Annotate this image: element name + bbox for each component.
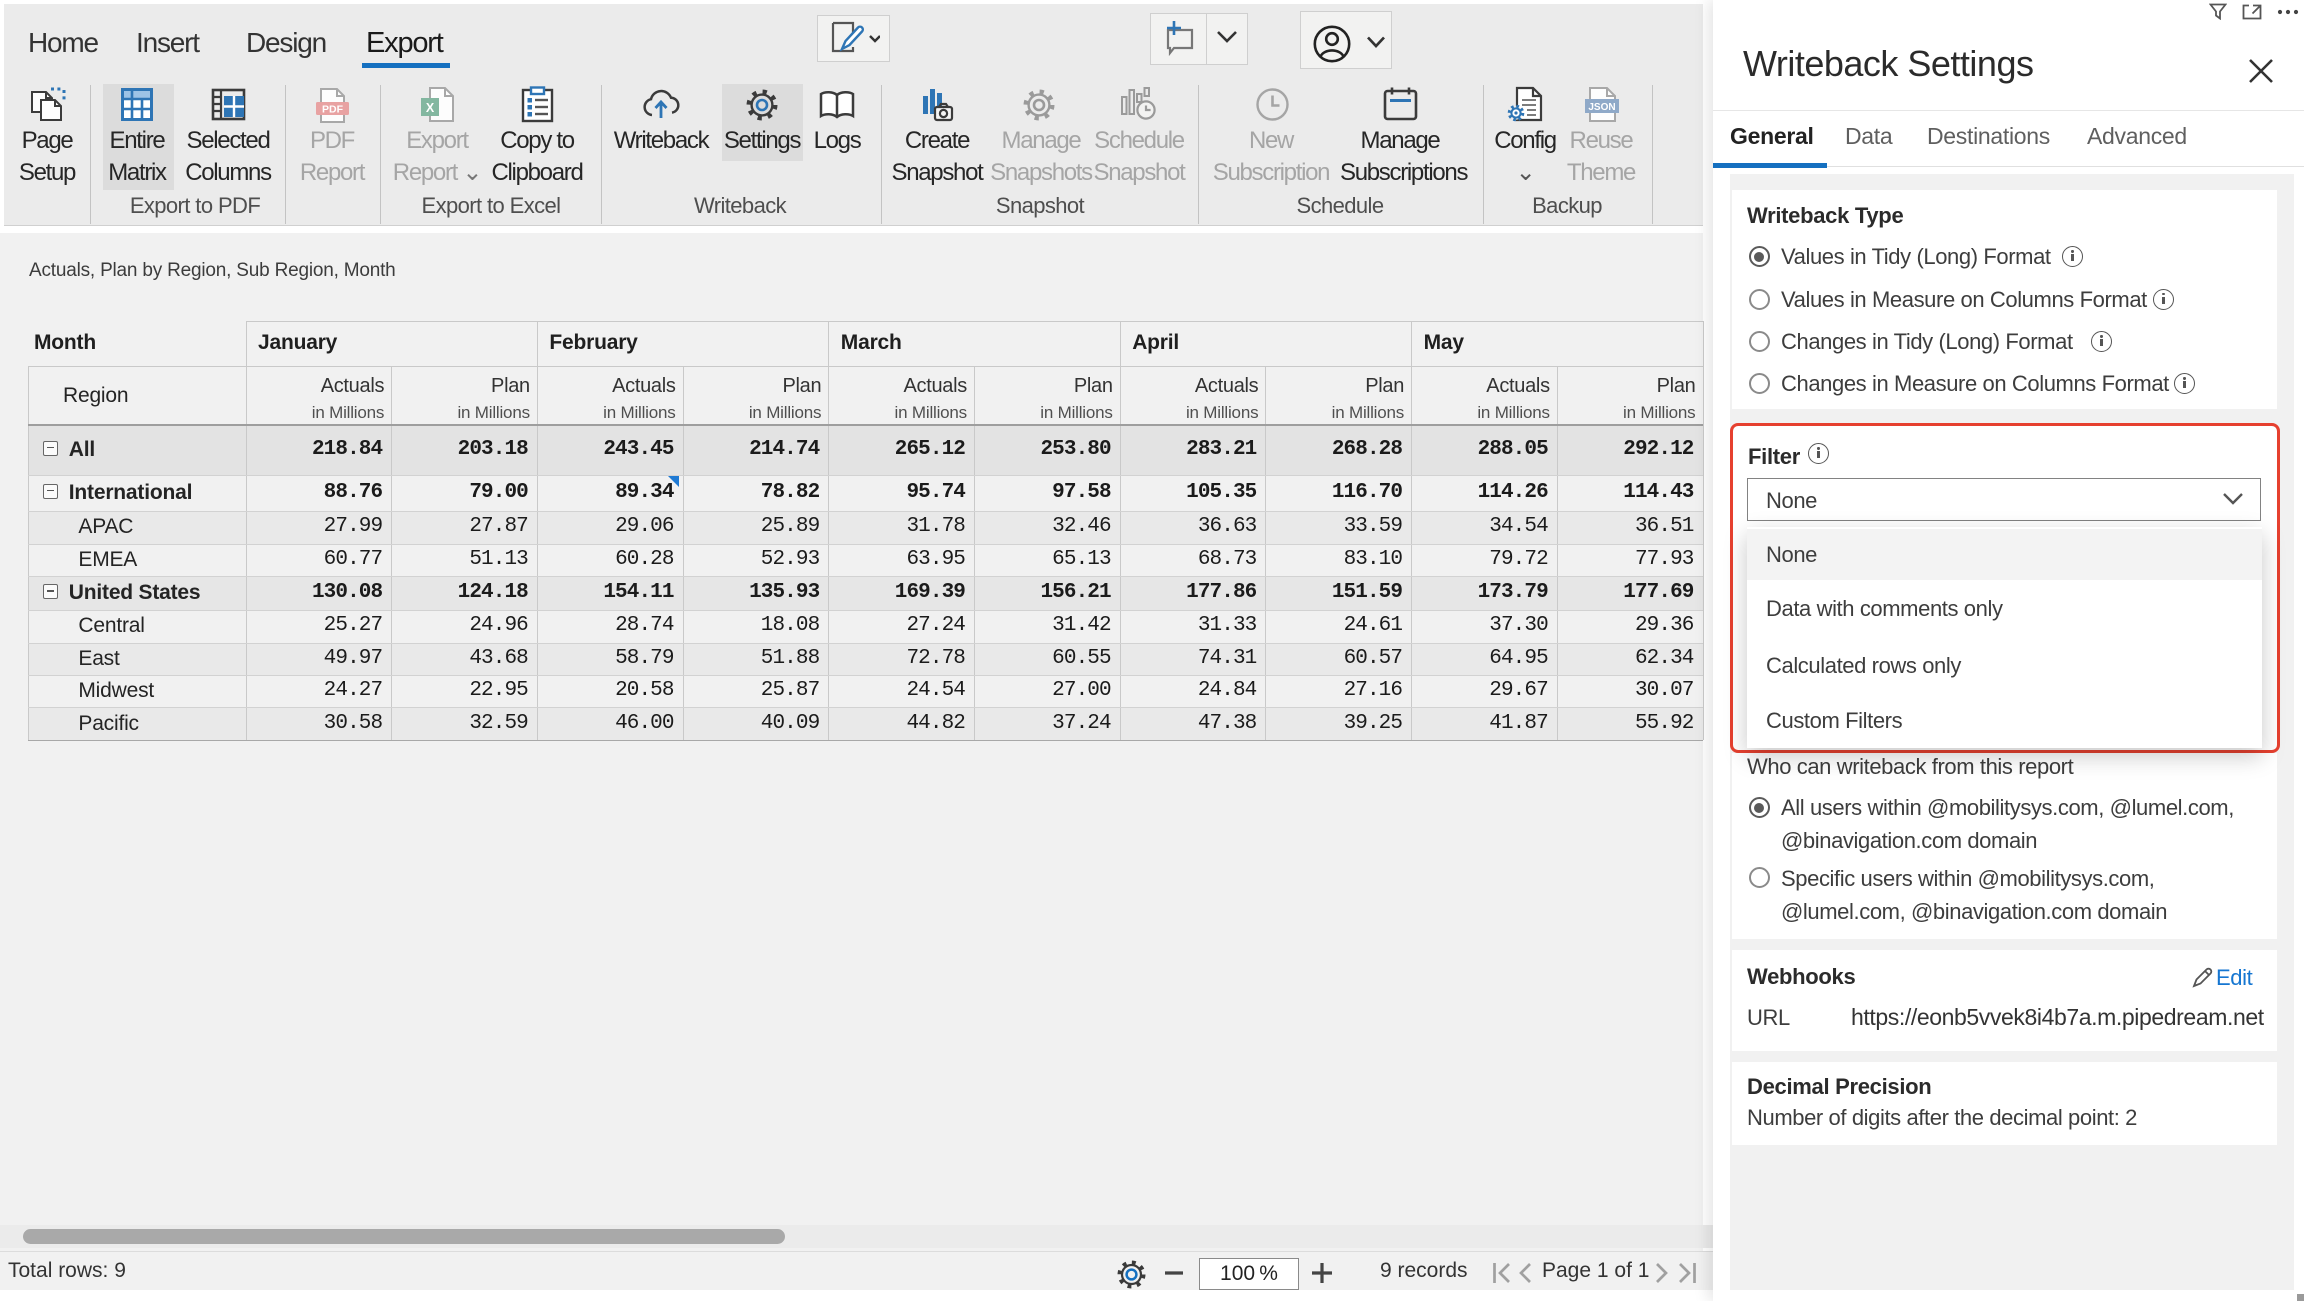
svg-text:JSON: JSON [1588, 102, 1615, 113]
svg-text:PDF: PDF [322, 104, 344, 116]
svg-text:X: X [426, 101, 435, 115]
